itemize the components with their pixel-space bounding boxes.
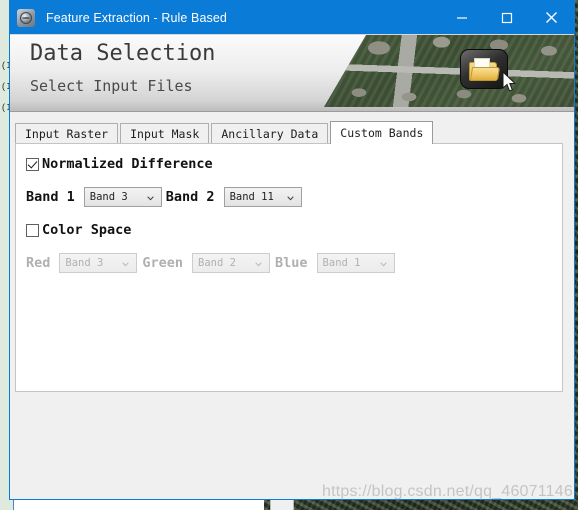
custom-bands-panel: Normalized Difference Band 1 Band 3 Band…	[15, 143, 563, 392]
band-1-value: Band 3	[89, 191, 128, 203]
normalized-difference-checkbox[interactable]	[26, 157, 39, 171]
globe-icon	[17, 8, 35, 27]
chevron-down-icon	[379, 262, 387, 267]
banner-subtitle: Select Input Files	[30, 77, 193, 95]
green-label: Green	[142, 255, 184, 271]
color-space-label: Color Space	[42, 222, 132, 238]
dialog-body: Input Raster Input Mask Ancillary Data C…	[10, 112, 574, 499]
tab-input-raster[interactable]: Input Raster	[15, 123, 119, 143]
color-space-checkbox-row[interactable]: Color Space	[26, 222, 131, 238]
screenshot-root: (I (I (I Feature Extraction - Rule Based	[0, 0, 578, 510]
blue-band-value: Band 1	[322, 257, 361, 269]
normalized-difference-checkbox-row[interactable]: Normalized Difference	[26, 156, 213, 172]
title-bar: Feature Extraction - Rule Based	[10, 1, 574, 34]
chevron-down-icon	[147, 196, 154, 201]
minimize-icon[interactable]	[439, 1, 484, 34]
window-controls	[439, 1, 574, 34]
band-1-dropdown[interactable]: Band 3	[83, 187, 162, 207]
normalized-difference-fields: Band 1 Band 3 Band 2 Band 11	[26, 187, 302, 207]
blue-label: Blue	[275, 255, 308, 271]
tab-custom-bands[interactable]: Custom Bands	[330, 121, 434, 144]
color-space-checkbox[interactable]	[26, 223, 39, 237]
normalized-difference-label: Normalized Difference	[42, 156, 213, 172]
banner-title: Data Selection	[30, 41, 216, 66]
tab-strip: Input Raster Input Mask Ancillary Data C…	[15, 121, 569, 144]
green-band-dropdown[interactable]: Band 2	[192, 253, 271, 273]
band-2-dropdown[interactable]: Band 11	[223, 187, 302, 207]
band-2-label: Band 2	[165, 189, 215, 205]
aerial-neighborhood-photo	[324, 35, 574, 107]
feature-extraction-dialog: Feature Extraction - Rule Based Data Sel…	[9, 0, 575, 500]
red-band-dropdown[interactable]: Band 3	[59, 253, 138, 273]
red-band-value: Band 3	[65, 257, 104, 269]
chevron-down-icon	[255, 262, 262, 267]
tab-input-mask[interactable]: Input Mask	[120, 123, 210, 143]
band-2-value: Band 11	[229, 191, 274, 203]
maximize-icon[interactable]	[484, 1, 529, 34]
background-aerial-bottom	[264, 500, 578, 510]
window-title: Feature Extraction - Rule Based	[46, 10, 227, 25]
chevron-down-icon	[286, 196, 294, 201]
chevron-down-icon	[122, 262, 130, 267]
tab-ancillary-data[interactable]: Ancillary Data	[211, 123, 329, 143]
close-icon[interactable]	[529, 1, 574, 34]
open-folder-icon	[460, 49, 508, 89]
color-space-fields: Red Band 3 Green Band 2 Blue Band 1	[26, 253, 395, 273]
green-band-value: Band 2	[198, 257, 236, 269]
blue-band-dropdown[interactable]: Band 1	[316, 253, 395, 273]
band-1-label: Band 1	[26, 189, 75, 205]
red-label: Red	[26, 255, 51, 271]
mouse-pointer-icon	[502, 71, 517, 92]
dialog-banner: Data Selection Select Input Files	[10, 34, 574, 112]
